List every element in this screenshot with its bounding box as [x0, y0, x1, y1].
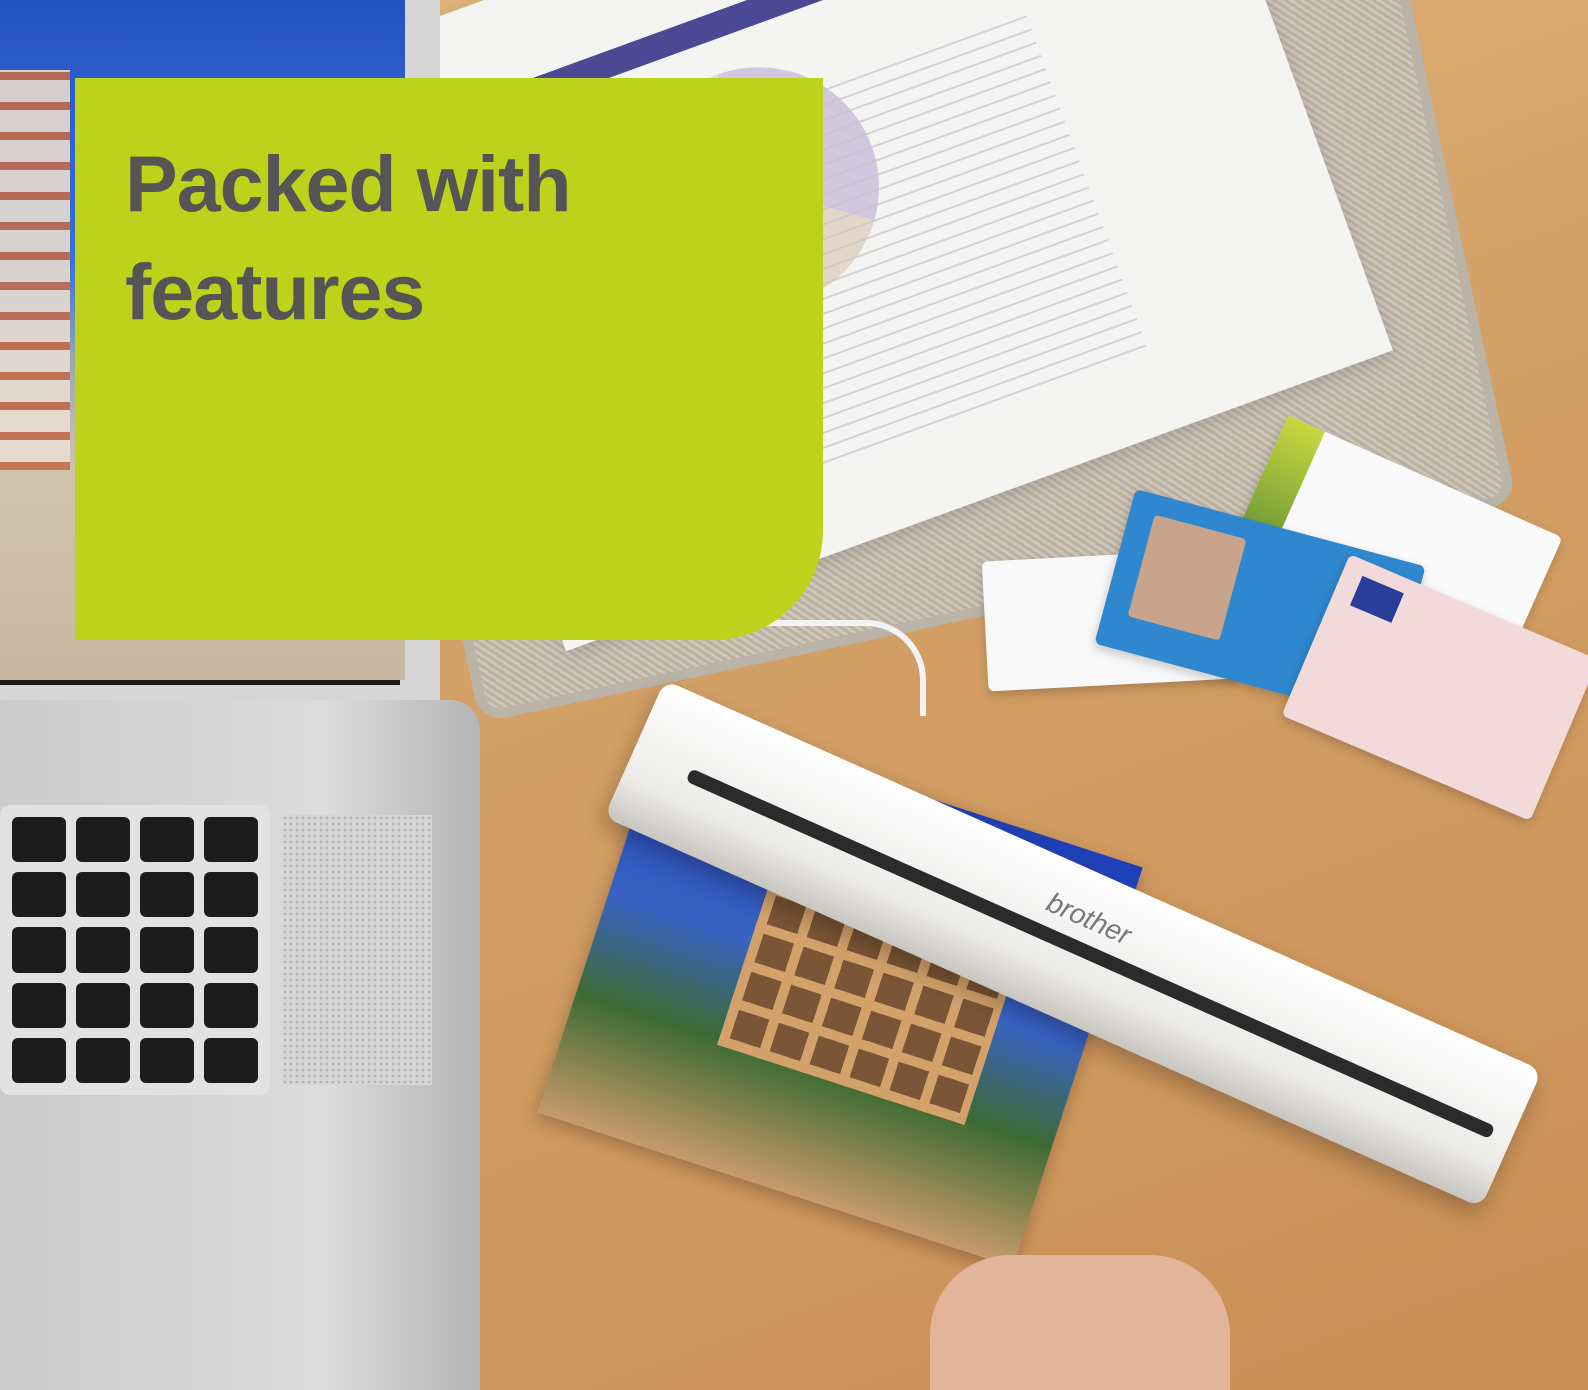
key	[12, 927, 66, 973]
eu-flag	[1349, 575, 1404, 623]
keyboard-keys	[12, 817, 258, 1083]
key	[140, 817, 194, 863]
headline: Packed with features	[125, 130, 572, 346]
key	[140, 927, 194, 973]
key	[204, 927, 258, 973]
key	[12, 817, 66, 863]
headline-line-1: Packed with	[125, 139, 572, 228]
headline-panel: Packed with features	[75, 78, 823, 640]
laptop-speaker-grille	[282, 815, 432, 1085]
laptop-keyboard	[0, 805, 270, 1095]
screen-house-graphic	[0, 70, 70, 470]
id-card-photo	[1127, 514, 1247, 641]
key	[204, 817, 258, 863]
key	[12, 872, 66, 918]
usb-cable	[740, 620, 926, 716]
key	[204, 872, 258, 918]
key	[140, 1037, 194, 1083]
key	[12, 982, 66, 1028]
key	[140, 872, 194, 918]
key	[76, 982, 130, 1028]
key	[140, 982, 194, 1028]
key	[204, 1037, 258, 1083]
key	[76, 872, 130, 918]
key	[76, 1037, 130, 1083]
key	[76, 817, 130, 863]
scanner-product-photo: brother Packed with features	[0, 0, 1588, 1390]
key	[12, 1037, 66, 1083]
hand	[930, 1255, 1230, 1390]
key	[76, 927, 130, 973]
headline-line-2: features	[125, 247, 425, 337]
key	[204, 982, 258, 1028]
